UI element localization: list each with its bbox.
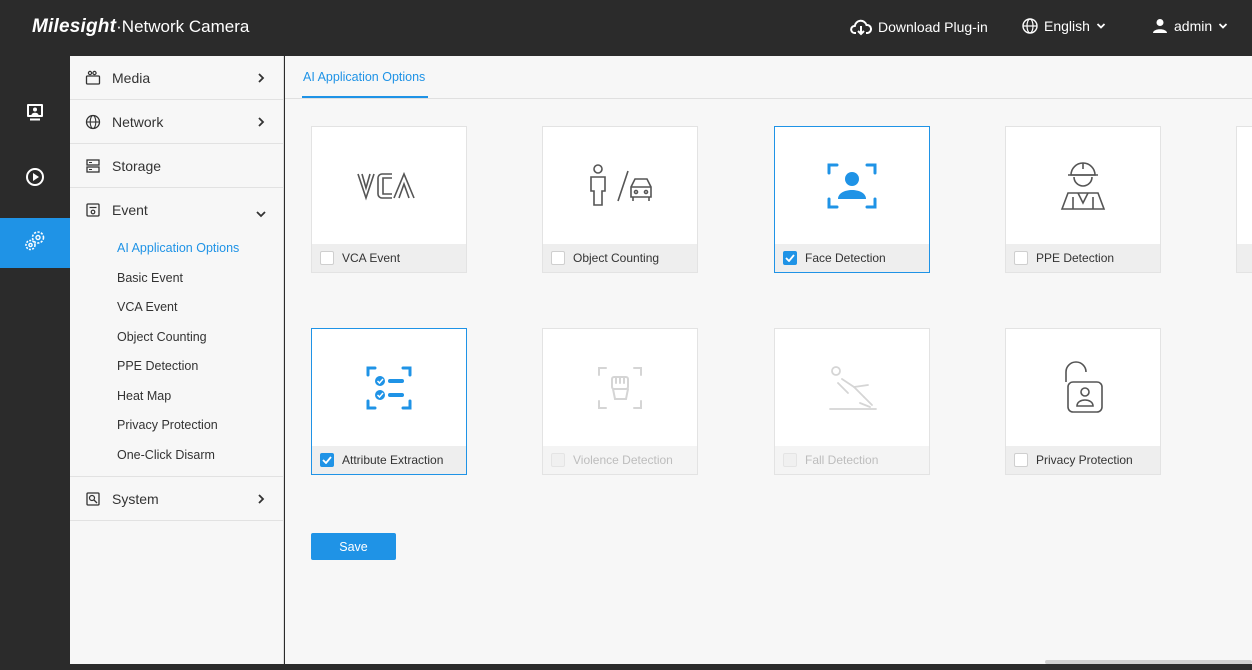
card-vca-event[interactable]: VCA Event bbox=[311, 126, 467, 273]
bottom-strip bbox=[70, 664, 1252, 670]
event-submenu: AI Application Options Basic Event VCA E… bbox=[70, 232, 283, 477]
unlock-person-icon bbox=[1006, 329, 1160, 447]
violence-detection-checkbox bbox=[551, 453, 565, 467]
card-footer: Object Counting bbox=[543, 244, 697, 272]
language-label: English bbox=[1044, 18, 1090, 34]
settings-nav: Media Network Storage Event AI Applicati… bbox=[70, 56, 284, 664]
card-label: Object Counting bbox=[573, 251, 660, 265]
subnav-object-counting[interactable]: Object Counting bbox=[70, 323, 283, 353]
camera-icon bbox=[84, 69, 102, 87]
rail-settings[interactable] bbox=[0, 218, 70, 268]
subnav-vca-event[interactable]: VCA Event bbox=[70, 293, 283, 323]
fall-detection-checkbox bbox=[783, 453, 797, 467]
save-button[interactable]: Save bbox=[311, 533, 396, 560]
card-footer: Attribute Extraction bbox=[312, 446, 466, 474]
chevron-down-icon bbox=[255, 205, 267, 221]
top-bar: Milesight·Network Camera Download Plug-i… bbox=[0, 0, 1252, 56]
user-menu[interactable]: admin bbox=[1152, 18, 1228, 34]
ppe-detection-checkbox[interactable] bbox=[1014, 251, 1028, 265]
privacy-protection-checkbox[interactable] bbox=[1014, 453, 1028, 467]
vca-icon bbox=[312, 127, 466, 245]
card-label: Privacy Protection bbox=[1036, 453, 1133, 467]
fall-person-icon bbox=[775, 329, 929, 447]
hardhat-worker-icon bbox=[1006, 127, 1160, 245]
card-fall-detection: Fall Detection bbox=[774, 328, 930, 475]
globe-icon bbox=[1022, 18, 1038, 34]
card-label: PPE Detection bbox=[1036, 251, 1115, 265]
rail-live-view[interactable] bbox=[0, 89, 70, 139]
chevron-right-icon bbox=[257, 115, 265, 131]
main-content: AI Application Options VCA Event Object … bbox=[285, 56, 1252, 664]
subnav-heat-map[interactable]: Heat Map bbox=[70, 382, 283, 412]
nav-label-media: Media bbox=[112, 69, 151, 86]
subnav-basic-event[interactable]: Basic Event bbox=[70, 264, 283, 294]
icon-rail bbox=[0, 56, 70, 670]
nav-item-storage[interactable]: Storage bbox=[70, 144, 283, 188]
tab-active-indicator bbox=[302, 96, 428, 98]
chevron-down-icon bbox=[1218, 22, 1228, 30]
download-plugin-link[interactable]: Download Plug-in bbox=[850, 18, 988, 36]
play-circle-icon bbox=[25, 167, 45, 192]
nav-item-media[interactable]: Media bbox=[70, 56, 283, 100]
gears-icon bbox=[23, 229, 47, 258]
nav-label-storage: Storage bbox=[112, 157, 162, 174]
rail-playback[interactable] bbox=[0, 154, 70, 204]
vca-event-checkbox[interactable] bbox=[320, 251, 334, 265]
card-footer: Privacy Protection bbox=[1006, 446, 1160, 474]
monitor-icon bbox=[25, 102, 45, 127]
globe-icon bbox=[84, 113, 102, 131]
card-partial bbox=[1236, 126, 1252, 273]
face-detection-checkbox[interactable] bbox=[783, 251, 797, 265]
card-violence-detection: Violence Detection bbox=[542, 328, 698, 475]
object-counting-checkbox[interactable] bbox=[551, 251, 565, 265]
card-footer: VCA Event bbox=[312, 244, 466, 272]
user-label: admin bbox=[1174, 18, 1213, 34]
card-label: Fall Detection bbox=[805, 453, 879, 467]
card-label: Attribute Extraction bbox=[342, 453, 444, 467]
chevron-right-icon bbox=[257, 492, 265, 508]
card-privacy-protection[interactable]: Privacy Protection bbox=[1005, 328, 1161, 475]
person-car-icon bbox=[543, 127, 697, 245]
card-face-detection[interactable]: Face Detection bbox=[774, 126, 930, 273]
storage-icon bbox=[84, 157, 102, 175]
card-footer: PPE Detection bbox=[1006, 244, 1160, 272]
user-icon bbox=[1152, 18, 1168, 34]
chevron-right-icon bbox=[257, 71, 265, 87]
product-name: ·Network Camera bbox=[116, 17, 250, 36]
card-footer: Face Detection bbox=[775, 244, 929, 272]
card-footer: Violence Detection bbox=[543, 446, 697, 474]
nav-label-system: System bbox=[112, 490, 159, 507]
card-label: Face Detection bbox=[805, 251, 886, 265]
attribute-extraction-checkbox[interactable] bbox=[320, 453, 334, 467]
card-ppe-detection[interactable]: PPE Detection bbox=[1005, 126, 1161, 273]
cloud-download-icon bbox=[850, 18, 872, 36]
brand: Milesight·Network Camera bbox=[32, 16, 249, 38]
nav-item-network[interactable]: Network bbox=[70, 100, 283, 144]
attribute-list-icon bbox=[312, 329, 466, 447]
subnav-ai-application-options[interactable]: AI Application Options bbox=[70, 234, 283, 264]
subnav-privacy-protection[interactable]: Privacy Protection bbox=[70, 411, 283, 441]
card-label: Violence Detection bbox=[573, 453, 673, 467]
card-attribute-extraction[interactable]: Attribute Extraction bbox=[311, 328, 467, 475]
nav-label-network: Network bbox=[112, 113, 164, 130]
download-plugin-label: Download Plug-in bbox=[878, 19, 988, 35]
nav-label-event: Event bbox=[112, 202, 148, 218]
fist-scan-icon bbox=[543, 329, 697, 447]
language-dropdown[interactable]: English bbox=[1022, 18, 1106, 34]
card-footer bbox=[1237, 244, 1252, 272]
brand-logo: Milesight bbox=[32, 16, 117, 37]
subnav-ppe-detection[interactable]: PPE Detection bbox=[70, 352, 283, 382]
card-footer: Fall Detection bbox=[775, 446, 929, 474]
face-scan-icon bbox=[775, 127, 929, 245]
event-icon bbox=[84, 201, 102, 219]
card-object-counting[interactable]: Object Counting bbox=[542, 126, 698, 273]
card-label: VCA Event bbox=[342, 251, 401, 265]
chevron-down-icon bbox=[1096, 22, 1106, 30]
nav-item-event[interactable]: Event bbox=[70, 188, 283, 232]
tab-bar: AI Application Options bbox=[285, 56, 1252, 99]
tab-ai-application-options[interactable]: AI Application Options bbox=[303, 56, 425, 99]
subnav-one-click-disarm[interactable]: One-Click Disarm bbox=[70, 441, 283, 471]
system-icon bbox=[84, 490, 102, 508]
nav-item-system[interactable]: System bbox=[70, 477, 283, 521]
